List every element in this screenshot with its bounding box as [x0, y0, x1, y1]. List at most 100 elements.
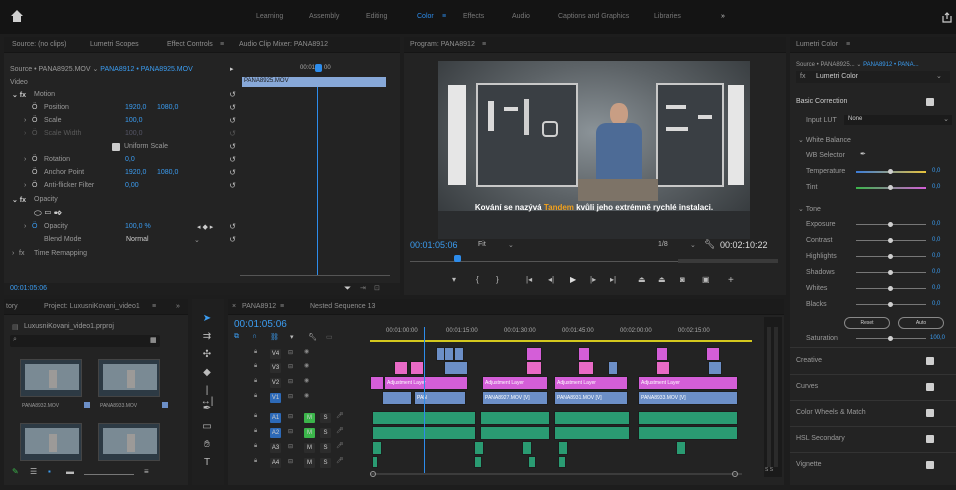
- whites-slider[interactable]: [856, 285, 926, 291]
- project-thumb-3[interactable]: [20, 423, 82, 461]
- project-search-input[interactable]: ⌕: [10, 335, 160, 347]
- extract-icon[interactable]: ⏏: [658, 275, 666, 284]
- timeline-playhead[interactable]: [424, 327, 425, 473]
- solo-button[interactable]: S: [320, 413, 331, 423]
- clip[interactable]: [370, 376, 384, 390]
- tint-value[interactable]: 0,0: [932, 184, 940, 190]
- voice-over-icon[interactable]: 🎤︎: [336, 412, 344, 419]
- stopwatch-icon[interactable]: Ö: [32, 117, 37, 124]
- track-select-icon[interactable]: ⇉: [200, 331, 214, 343]
- sync-lock-icon[interactable]: ⊟: [288, 428, 293, 435]
- blacks-slider[interactable]: [856, 301, 926, 307]
- input-lut-dropdown[interactable]: None ⌄: [844, 115, 952, 125]
- pen-mask-icon[interactable]: ✒: [54, 208, 63, 218]
- uniform-scale-row[interactable]: Uniform Scale ↺: [4, 141, 240, 153]
- nest-icon[interactable]: ⧉: [234, 333, 239, 341]
- curves-checkbox[interactable]: [926, 383, 934, 391]
- track-target-a2[interactable]: A2: [270, 428, 281, 438]
- effect-controls-scrollbar[interactable]: [240, 275, 390, 279]
- clip[interactable]: [526, 361, 542, 375]
- timeline-timecode[interactable]: 00:01:05:06: [234, 319, 287, 330]
- tab-sequence-pana8912[interactable]: PANA8912: [242, 303, 276, 310]
- saturation-slider[interactable]: [856, 335, 926, 341]
- audio-clip[interactable]: [558, 441, 568, 455]
- sync-lock-icon[interactable]: ⊟: [288, 443, 293, 450]
- tab-history[interactable]: tory: [6, 303, 18, 310]
- reset-icon[interactable]: ↺: [229, 155, 236, 164]
- filter-icon[interactable]: ⏷: [344, 283, 351, 294]
- audio-clip[interactable]: [638, 426, 738, 440]
- razor-tool-icon[interactable]: ◆: [200, 367, 214, 379]
- eyedropper-icon[interactable]: ✒: [860, 150, 866, 158]
- reset-icon[interactable]: ↺: [229, 235, 236, 244]
- linked-selection-icon[interactable]: ⛓︎: [270, 333, 279, 341]
- exposure-value[interactable]: 0,0: [932, 221, 940, 227]
- share-icon[interactable]: [942, 12, 952, 23]
- sync-lock-icon[interactable]: ⊟: [288, 349, 293, 356]
- track-target-a1[interactable]: A1: [270, 413, 281, 423]
- shadows-slider[interactable]: [856, 269, 926, 275]
- tab-menu-icon[interactable]: ≡: [220, 41, 224, 48]
- tab-source[interactable]: Source: (no clips): [12, 41, 66, 48]
- eye-icon[interactable]: ◉: [304, 377, 309, 384]
- whites-value[interactable]: 0,0: [932, 285, 940, 291]
- hand-tool-icon[interactable]: ✋︎: [200, 439, 214, 451]
- audio-clip[interactable]: [474, 456, 482, 468]
- audio-clip[interactable]: [638, 411, 738, 425]
- mark-in-icon[interactable]: {: [476, 275, 479, 284]
- voice-over-icon[interactable]: 🎤︎: [336, 427, 344, 434]
- audio-clip[interactable]: [480, 411, 550, 425]
- curves-section[interactable]: Curves: [790, 382, 940, 394]
- mute-button[interactable]: M: [304, 428, 315, 438]
- motion-row[interactable]: ⌄ fx Motion ↺: [4, 89, 240, 101]
- scale-row[interactable]: › Ö Scale 100,0 ↺: [4, 115, 240, 127]
- tab-effect-controls[interactable]: Effect Controls: [167, 41, 213, 48]
- sync-lock-icon[interactable]: ⊟: [288, 363, 293, 370]
- uniform-scale-checkbox[interactable]: [112, 143, 120, 151]
- temperature-value[interactable]: 0,0: [932, 168, 940, 174]
- blend-mode-row[interactable]: Blend Mode Normal ⌄ ↺: [4, 234, 240, 246]
- pen-tool-icon[interactable]: ✒: [200, 403, 214, 415]
- more-workspaces-icon[interactable]: »: [721, 13, 725, 20]
- lift-icon[interactable]: ⏏: [638, 275, 646, 284]
- timeline-ruler[interactable]: 00:01:00:00 00:01:15:00 00:01:30:00 00:0…: [370, 325, 752, 343]
- v1-clip[interactable]: PANA8933.MOV [V]: [638, 391, 738, 405]
- rectangle-mask-icon[interactable]: ▭: [44, 208, 51, 218]
- color-wheels-section[interactable]: Color Wheels & Match: [790, 408, 940, 420]
- project-thumb-4[interactable]: [98, 423, 160, 461]
- stopwatch-icon[interactable]: Ö: [32, 169, 37, 176]
- reset-icon[interactable]: ↺: [229, 103, 236, 112]
- stopwatch-icon[interactable]: Ö: [32, 156, 37, 163]
- hsl-secondary-section[interactable]: HSL Secondary: [790, 434, 940, 446]
- track-target-a3[interactable]: A3: [270, 443, 281, 453]
- video-frame[interactable]: Kování se nazývá Tandem kvůli jeho extré…: [438, 61, 750, 239]
- freeform-view-icon[interactable]: ▬: [66, 467, 74, 476]
- clip[interactable]: [444, 361, 468, 375]
- creative-section[interactable]: Creative: [790, 356, 940, 368]
- clip[interactable]: [382, 391, 412, 405]
- tab-lumetri-scopes[interactable]: Lumetri Scopes: [90, 41, 139, 48]
- step-back-icon[interactable]: ◂|: [548, 275, 554, 284]
- type-tool-icon[interactable]: T: [200, 457, 214, 469]
- workspace-audio[interactable]: Audio: [512, 13, 530, 20]
- tab-audio-clip-mixer[interactable]: Audio Clip Mixer: PANA8912: [239, 41, 328, 48]
- lock-icon[interactable]: 🔒︎: [254, 413, 257, 420]
- clip[interactable]: [444, 347, 454, 361]
- v1-clip[interactable]: PANA8931.MOV [V]: [554, 391, 628, 405]
- slip-tool-icon[interactable]: |↔|: [200, 385, 214, 407]
- stopwatch-icon[interactable]: Ö: [32, 223, 37, 230]
- voice-over-icon[interactable]: 🎤︎: [336, 442, 344, 449]
- lumetri-effect-row[interactable]: fx Lumetri Color ⌄: [796, 71, 950, 83]
- clip[interactable]: [410, 361, 424, 375]
- play-icon[interactable]: ▶: [570, 275, 576, 284]
- keyframe-nav[interactable]: ◂ ◆ ▸: [197, 223, 213, 231]
- ellipse-mask-icon[interactable]: ⬭: [34, 208, 42, 218]
- wrench-icon[interactable]: 🔧︎: [308, 333, 317, 341]
- sync-lock-icon[interactable]: ⊟: [288, 393, 293, 400]
- play-only-icon[interactable]: ▸: [230, 65, 234, 73]
- opacity-row[interactable]: › Ö Opacity 100,0 % ◂ ◆ ▸ ↺: [4, 221, 240, 233]
- mark-out-icon[interactable]: }: [496, 275, 499, 284]
- rotation-row[interactable]: › Ö Rotation 0,0 ↺: [4, 154, 240, 166]
- chevron-down-icon[interactable]: ⌄: [194, 236, 200, 244]
- adjustment-layer-clip[interactable]: Adjustment Layer: [482, 376, 548, 390]
